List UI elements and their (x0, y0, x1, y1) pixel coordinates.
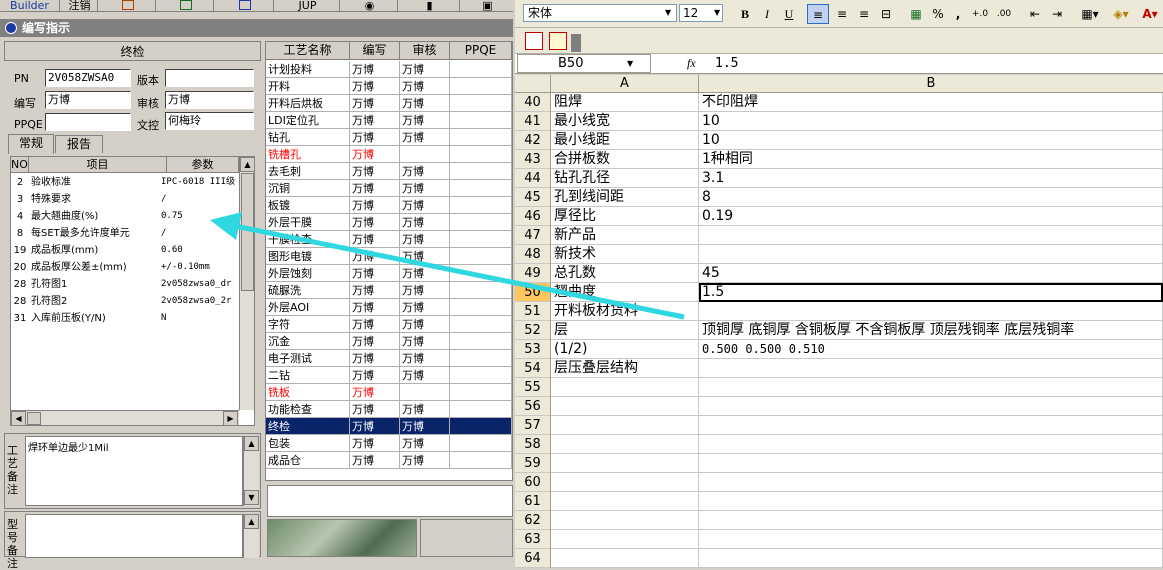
annotation-arrow (210, 212, 685, 320)
arrow-shaft (229, 222, 685, 320)
arrow-head-icon (210, 212, 242, 240)
